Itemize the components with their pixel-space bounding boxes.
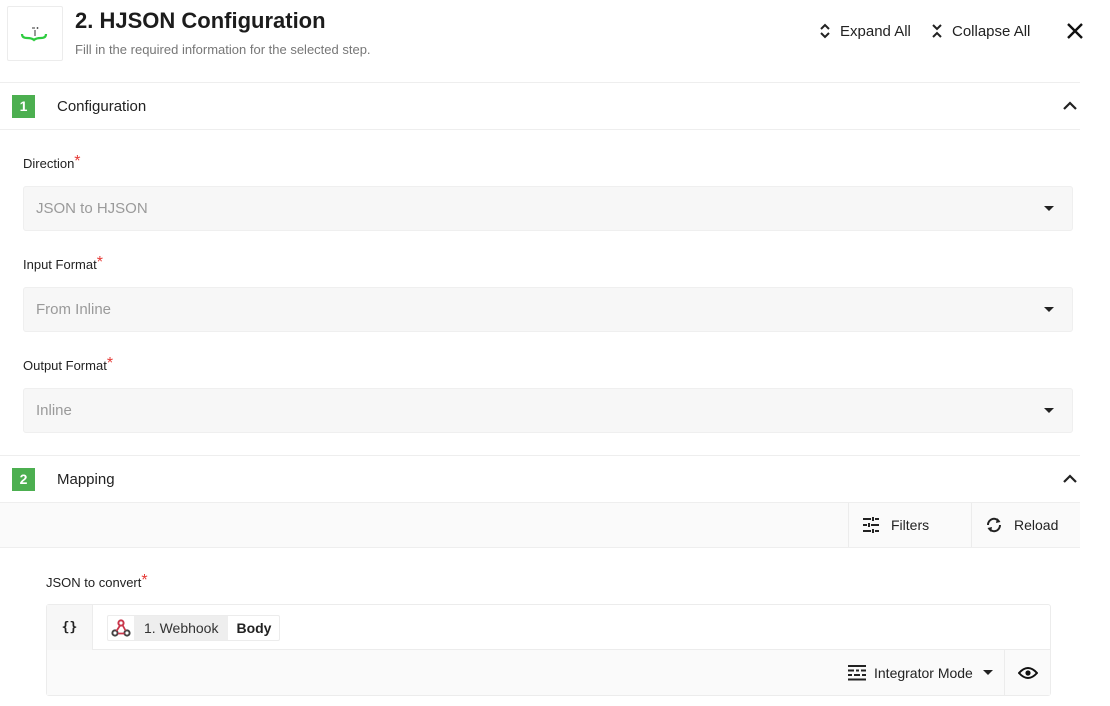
input-format-label: Input Format* xyxy=(23,254,103,274)
select-value: Inline xyxy=(36,402,72,419)
caret-down-icon xyxy=(1044,206,1054,211)
page-subtitle: Fill in the required information for the… xyxy=(75,42,371,57)
output-format-select[interactable]: Inline xyxy=(23,388,1073,433)
step-number-badge: 2 xyxy=(12,467,35,491)
json-braces-icon[interactable]: {} xyxy=(47,605,93,650)
caret-down-icon xyxy=(982,670,993,675)
step-number-badge: 1 xyxy=(12,94,35,118)
section-title: Configuration xyxy=(57,97,147,115)
reload-button[interactable]: Reload xyxy=(971,503,1080,547)
editor-input-row[interactable]: {} 1. Webhook Body xyxy=(47,605,1050,650)
chevron-up-icon[interactable] xyxy=(1062,471,1078,487)
caret-down-icon xyxy=(1044,408,1054,413)
collapse-icon xyxy=(930,22,944,40)
text-mode-icon xyxy=(848,664,866,680)
label-text: JSON to convert xyxy=(46,575,142,590)
filters-icon xyxy=(863,517,879,533)
json-to-convert-label: JSON to convert* xyxy=(46,572,148,592)
select-value: JSON to HJSON xyxy=(36,200,148,217)
expand-icon xyxy=(818,22,832,40)
collapse-all-button[interactable]: Collapse All xyxy=(930,22,1030,40)
token-field: Body xyxy=(236,620,272,636)
caret-down-icon xyxy=(1044,307,1054,312)
expand-all-label: Expand All xyxy=(840,22,911,40)
mapping-token[interactable]: 1. Webhook Body xyxy=(107,615,281,641)
section-divider xyxy=(0,129,1080,130)
direction-label: Direction* xyxy=(23,153,81,173)
mapping-toolbar: Filters Reload xyxy=(0,502,1080,548)
expand-all-button[interactable]: Expand All xyxy=(818,22,911,40)
json-to-convert-editor[interactable]: {} 1. Webhook Body Integrator Mode xyxy=(46,604,1051,696)
filters-label: Filters xyxy=(891,517,930,533)
filters-button[interactable]: Filters xyxy=(848,503,971,547)
eye-icon xyxy=(1017,666,1038,679)
section-title: Mapping xyxy=(57,470,115,488)
editor-footer: Integrator Mode xyxy=(47,650,1050,695)
input-format-select[interactable]: From Inline xyxy=(23,287,1073,332)
step-logo xyxy=(7,6,63,61)
output-format-label: Output Format* xyxy=(23,355,114,375)
webhook-icon xyxy=(108,616,134,640)
dialog-header: 2. HJSON Configuration Fill in the requi… xyxy=(0,0,1110,82)
collapse-all-label: Collapse All xyxy=(952,22,1031,40)
direction-select[interactable]: JSON to HJSON xyxy=(23,186,1073,231)
reload-icon xyxy=(986,517,1002,533)
page-title: 2. HJSON Configuration xyxy=(75,8,326,33)
close-icon xyxy=(1067,23,1083,39)
section-mapping-header[interactable]: 2 Mapping xyxy=(0,456,1080,502)
preview-button[interactable] xyxy=(1004,650,1050,695)
token-source: 1. Webhook xyxy=(134,616,229,640)
section-configuration-header[interactable]: 1 Configuration xyxy=(0,83,1080,129)
label-text: Input Format xyxy=(23,257,97,272)
close-button[interactable] xyxy=(1064,20,1086,42)
required-asterisk: * xyxy=(96,254,103,271)
label-text: Output Format xyxy=(23,358,107,373)
integrator-mode-dropdown[interactable]: Integrator Mode xyxy=(847,650,993,695)
required-asterisk: * xyxy=(141,572,148,589)
required-asterisk: * xyxy=(106,355,114,372)
chevron-up-icon[interactable] xyxy=(1062,98,1078,114)
mode-label: Integrator Mode xyxy=(874,664,973,681)
label-text: Direction xyxy=(23,156,75,171)
reload-label: Reload xyxy=(1014,517,1059,533)
required-asterisk: * xyxy=(74,153,81,170)
hjson-braces-icon xyxy=(20,26,48,42)
select-value: From Inline xyxy=(36,301,112,318)
